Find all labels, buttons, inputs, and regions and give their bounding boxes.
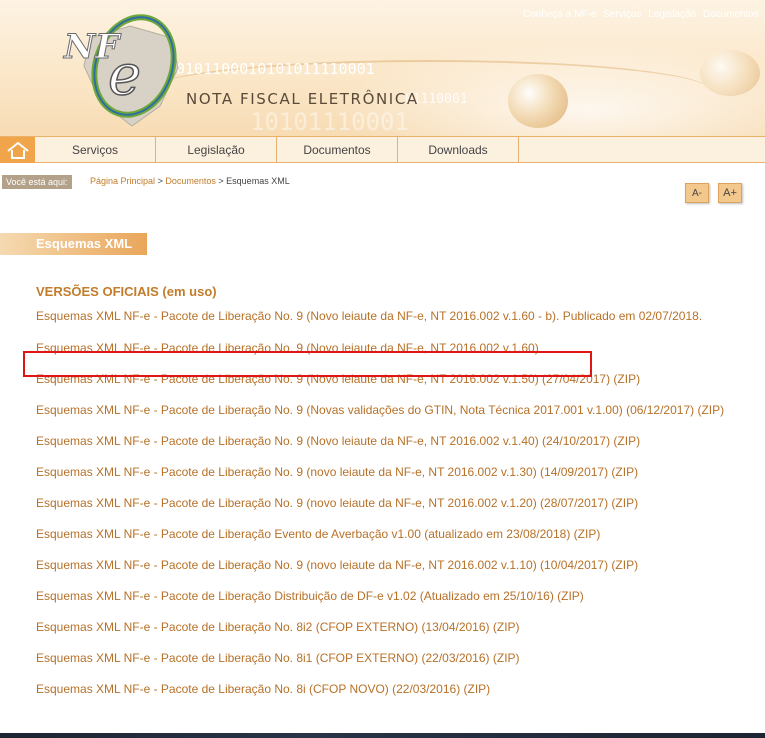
breadcrumb: Página Principal > Documentos > Esquemas… <box>90 176 290 186</box>
document-link[interactable]: Esquemas XML NF-e - Pacote de Liberação … <box>36 308 751 324</box>
document-link[interactable]: Esquemas XML NF-e - Pacote de Liberação … <box>36 526 751 542</box>
subsection-title: VERSÕES OFICIAIS (em uso) <box>36 284 217 299</box>
section-title: Esquemas XML <box>0 233 147 255</box>
nfe-logo-graphic: NF e <box>63 14 179 127</box>
decorative-globe <box>508 74 568 128</box>
document-link[interactable]: Esquemas XML NF-e - Pacote de Liberação … <box>36 433 751 449</box>
svg-text:e: e <box>108 43 141 108</box>
nav-item-servicos[interactable]: Serviços <box>35 137 156 163</box>
top-links: Conheça a NF-e Serviços Legislação Docum… <box>519 9 759 20</box>
nav-item-legislacao[interactable]: Legislação <box>156 137 277 163</box>
top-link-documentos[interactable]: Documentos <box>703 9 759 20</box>
site-header: 0101100010101011110001 01110001 10101110… <box>0 0 765 136</box>
home-icon <box>6 141 29 159</box>
home-button[interactable] <box>0 137 35 163</box>
decorative-globe <box>700 50 760 96</box>
increase-font-button[interactable]: A+ <box>718 183 742 203</box>
binary-decoration: 10101110001 <box>250 108 409 136</box>
document-link[interactable]: Esquemas XML NF-e - Pacote de Liberação … <box>36 464 751 480</box>
breadcrumb-separator: > <box>157 176 163 186</box>
nfe-logo[interactable]: NF e <box>60 8 190 130</box>
binary-decoration: 0101100010101011110001 <box>176 60 375 78</box>
main-nav: Serviços Legislação Documentos Downloads <box>0 136 765 163</box>
breadcrumb-separator: > <box>218 176 224 186</box>
document-link[interactable]: Esquemas XML NF-e - Pacote de Liberação … <box>36 340 751 356</box>
document-link[interactable]: Esquemas XML NF-e - Pacote de Liberação … <box>36 650 751 666</box>
top-link-legislacao[interactable]: Legislação <box>648 9 696 20</box>
top-link-conheca[interactable]: Conheça a NF-e <box>523 9 596 20</box>
nav-item-downloads[interactable]: Downloads <box>398 137 519 163</box>
site-title: NOTA FISCAL ELETRÔNICA <box>186 90 419 108</box>
breadcrumb-label: Você está aqui: <box>2 175 72 189</box>
nav-item-documentos[interactable]: Documentos <box>277 137 398 163</box>
breadcrumb-current: Esquemas XML <box>226 176 290 186</box>
document-link[interactable]: Esquemas XML NF-e - Pacote de Liberação … <box>36 619 751 635</box>
taskbar-strip <box>0 733 765 738</box>
top-link-servicos[interactable]: Serviços <box>603 9 641 20</box>
document-list: Esquemas XML NF-e - Pacote de Liberação … <box>36 308 751 697</box>
document-link[interactable]: Esquemas XML NF-e - Pacote de Liberação … <box>36 557 751 573</box>
breadcrumb-documentos-link[interactable]: Documentos <box>165 176 216 186</box>
document-link[interactable]: Esquemas XML NF-e - Pacote de Liberação … <box>36 371 751 387</box>
decrease-font-button[interactable]: A- <box>685 183 709 203</box>
document-link[interactable]: Esquemas XML NF-e - Pacote de Liberação … <box>36 402 751 418</box>
document-link[interactable]: Esquemas XML NF-e - Pacote de Liberação … <box>36 495 751 511</box>
document-link[interactable]: Esquemas XML NF-e - Pacote de Liberação … <box>36 588 751 604</box>
document-link[interactable]: Esquemas XML NF-e - Pacote de Liberação … <box>36 681 751 697</box>
breadcrumb-home-link[interactable]: Página Principal <box>90 176 155 186</box>
